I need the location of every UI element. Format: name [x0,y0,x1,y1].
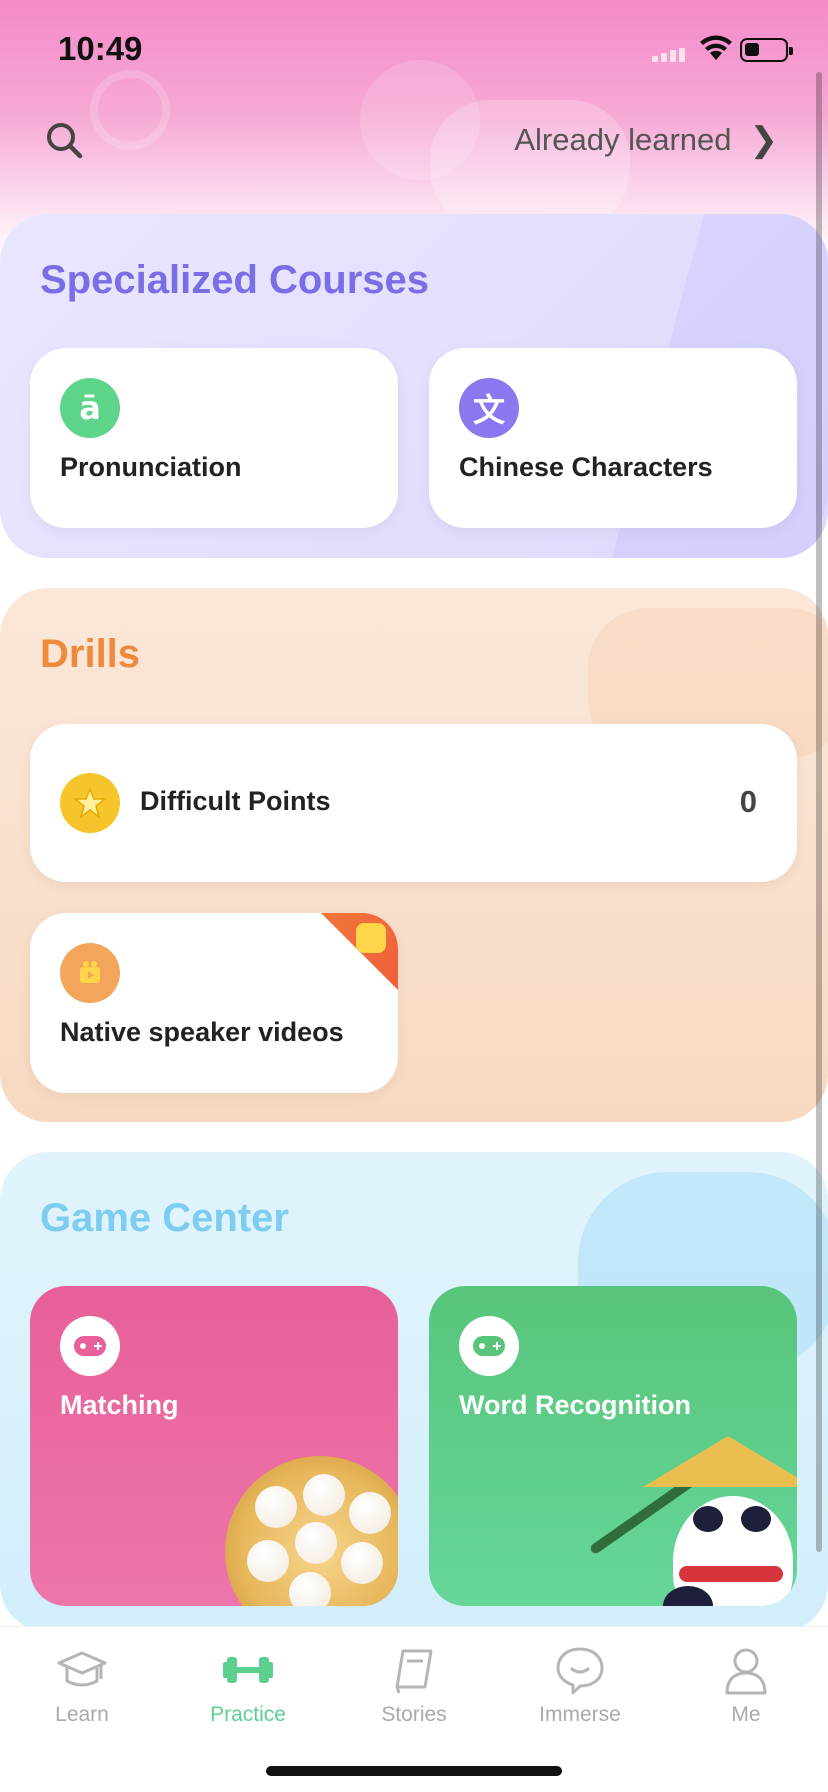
word-recognition-game-card[interactable]: Word Recognition [429,1286,797,1606]
tab-practice[interactable]: Practice [178,1643,318,1743]
section-title: Specialized Courses [40,258,430,302]
pronunciation-icon: ā [60,378,120,438]
tab-me[interactable]: Me [676,1643,816,1743]
hand-icon [356,923,386,953]
book-icon [395,1649,433,1694]
cellular-signal-icon [652,48,688,62]
home-indicator [266,1766,562,1776]
tab-learn[interactable]: Learn [12,1643,152,1743]
star-icon [60,773,120,833]
graduation-cap-icon [57,1651,107,1687]
search-icon[interactable] [42,118,86,162]
tab-label: Me [731,1703,761,1726]
already-learned-link[interactable]: Already learned ❯ [514,118,778,162]
chat-bubble-icon [556,1647,604,1695]
video-icon [60,943,120,1003]
chinese-characters-card[interactable]: 文 Chinese Characters [429,348,797,528]
tab-label: Practice [210,1703,286,1726]
tab-label: Immerse [539,1703,621,1726]
card-label: Difficult Points [140,786,331,816]
native-speaker-videos-card[interactable]: Native speaker videos [30,913,398,1093]
card-label: Pronunciation [60,452,242,482]
card-label: Chinese Characters [459,452,713,482]
section-title: Drills [40,632,141,676]
gamepad-icon [60,1316,120,1376]
chevron-right-icon: ❯ [749,121,779,159]
scrollbar[interactable] [816,72,822,1552]
battery-icon [740,38,793,62]
chinese-character-icon: 文 [459,378,519,438]
person-icon [725,1648,767,1695]
section-title: Game Center [40,1196,289,1240]
wifi-icon [700,35,732,60]
difficult-points-count: 0 [739,784,757,819]
tab-label: Stories [381,1703,447,1726]
dumbbell-icon [223,1657,273,1683]
tab-label: Learn [55,1703,109,1726]
matching-game-card[interactable]: Matching [30,1286,398,1606]
game-center-section: Game Center Matching Word Recognition [0,1152,828,1632]
corner-ribbon [304,913,398,1003]
card-label: Native speaker videos [60,1017,344,1047]
specialized-courses-section: Specialized Courses ā Pronunciation 文 Ch… [0,214,828,558]
status-bar: 10:49 [0,0,828,100]
pronunciation-card[interactable]: ā Pronunciation [30,348,398,528]
dumpling-basket-illustration [225,1456,398,1606]
panda-illustration [643,1436,797,1606]
game-label: Word Recognition [459,1390,691,1420]
already-learned-label: Already learned [514,122,732,157]
gamepad-icon [459,1316,519,1376]
drills-section: Drills Difficult Points 0 Native speaker… [0,588,828,1122]
tab-stories[interactable]: Stories [344,1643,484,1743]
status-time: 10:49 [58,30,143,67]
difficult-points-card[interactable]: Difficult Points 0 [30,724,797,882]
game-label: Matching [60,1390,179,1420]
tab-immerse[interactable]: Immerse [510,1643,650,1743]
